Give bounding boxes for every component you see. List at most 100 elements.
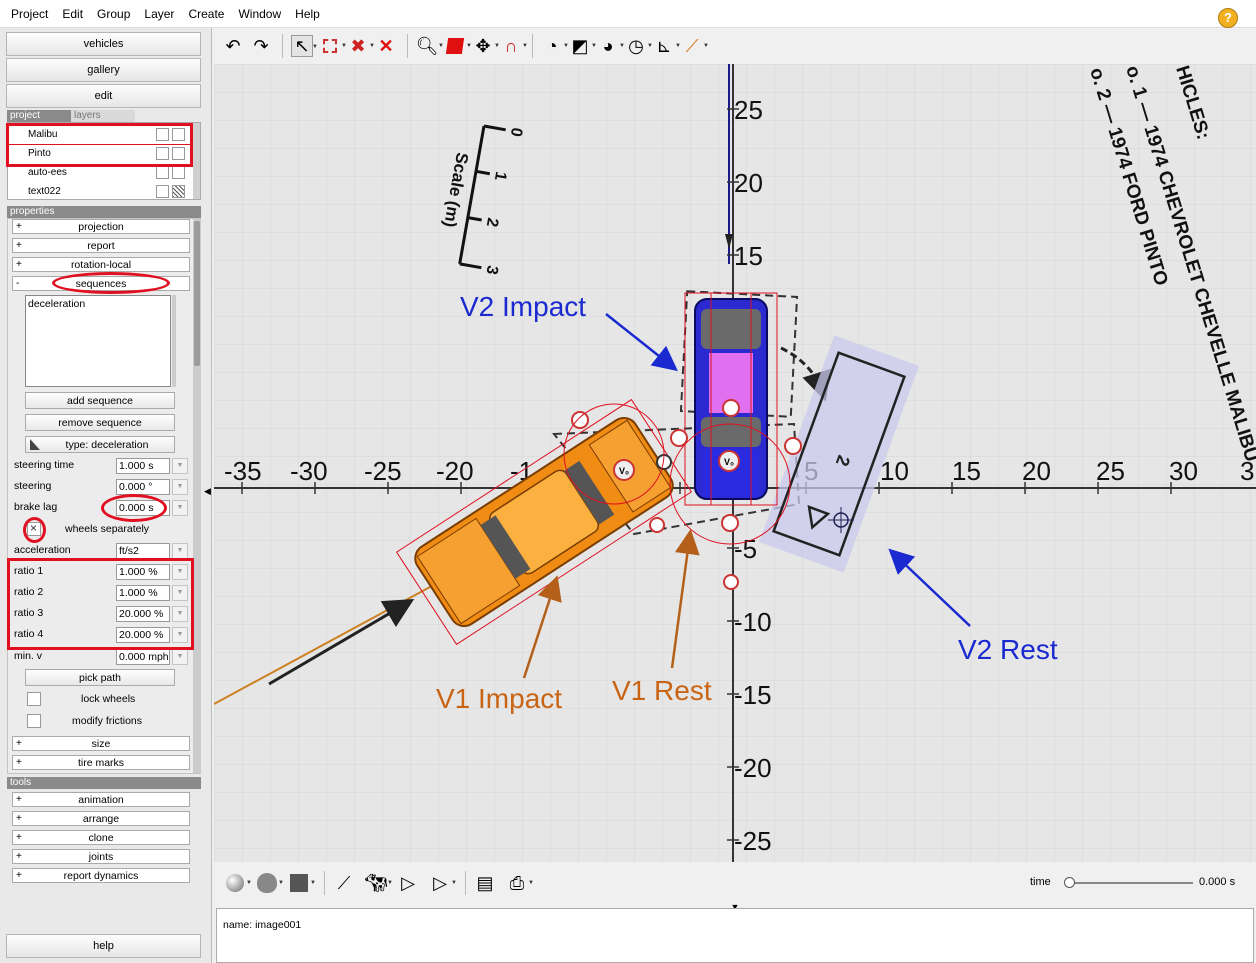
delete-red-x-icon[interactable]: ✕ [375,35,397,57]
help-button[interactable]: help [6,934,201,958]
cube-icon[interactable]: ▼ [444,35,472,57]
tool-animation[interactable]: + animation [12,792,190,807]
graph-icon[interactable]: ⟋ [333,872,355,894]
gauge-icon[interactable]: ◔ ▼ [541,35,569,57]
sphere-icon[interactable]: ▼ [224,872,252,894]
help-icon[interactable]: ? [1218,8,1238,28]
modify-frictions-label: modify frictions [72,715,143,727]
ratio-4-input[interactable]: 20.000 % [116,627,170,643]
tab-project[interactable]: project [7,110,71,122]
lock-wheels-checkbox[interactable] [27,692,41,706]
menu-edit[interactable]: Edit [55,7,90,21]
properties-scrollbar[interactable] [193,219,201,773]
play-list-icon[interactable]: ▷ ▼ [429,872,457,894]
steering-time-input[interactable]: 1.000 s [116,458,170,474]
steering-time-dropdown[interactable]: ▼ [172,458,188,474]
ratio-3-input[interactable]: 20.000 % [116,606,170,622]
square-icon[interactable]: ▼ [288,872,316,894]
sequences-row[interactable]: - sequences [12,276,190,291]
wheels-separately-checkbox[interactable]: × [27,521,41,536]
protractor-icon[interactable]: ◷ ▼ [625,35,653,57]
ratio-2-input[interactable]: 1.000 % [116,585,170,601]
axis-icon[interactable]: ⊾ ▼ [653,35,681,57]
play-icon[interactable]: ▷ [397,872,419,894]
list-item-auto-ees[interactable]: auto-ees [8,163,194,182]
min-v-input[interactable]: 0.000 mph [116,649,170,665]
remove-sequence-button[interactable]: remove sequence [25,414,175,431]
y-tick-label: 25 [734,95,763,125]
list-item-text022[interactable]: text022 [8,182,194,199]
report-row[interactable]: + report [12,238,190,253]
visible-checkbox[interactable] [156,147,169,160]
ratio-1-input[interactable]: 1.000 % [116,564,170,580]
delete-x-icon[interactable]: ✖ ▼ [347,35,375,57]
drawing-canvas[interactable]: -35-30-25-20-1510152025303252015-5-10-15… [214,64,1256,862]
tool-joints[interactable]: + joints [12,849,190,864]
size-row[interactable]: + size [12,736,190,751]
zoom-icon[interactable]: 🔍︎ ▼ [416,35,444,57]
sequence-item[interactable]: deceleration [28,298,85,310]
pick-path-button[interactable]: pick path [25,669,175,686]
sequence-scrollbar[interactable] [172,295,176,387]
visible-checkbox[interactable] [156,166,169,179]
measure-icon[interactable]: ⟋ ▼ [681,35,709,57]
ramp-icon[interactable]: ◩ ▼ [569,35,597,57]
list-item-pinto[interactable]: Pinto [8,144,194,163]
menu-project[interactable]: Project [4,7,55,21]
redo-icon[interactable]: ↷ [250,35,272,57]
edit-button[interactable]: edit [6,84,201,108]
lock-checkbox[interactable] [172,147,185,160]
menu-bar: Project Edit Group Layer Create Window H… [0,0,1256,28]
steering-input[interactable]: 0.000 ° [116,479,170,495]
shield-icon[interactable]: ▼ [256,872,284,894]
menu-layer[interactable]: Layer [137,7,181,21]
sequence-type-button[interactable]: type: deceleration [25,436,175,453]
ratio-2-dropdown[interactable]: ▼ [172,585,188,601]
animal-icon[interactable]: 🐄︎ ▼ [365,872,393,894]
ratio-4-dropdown[interactable]: ▼ [172,627,188,643]
visible-checkbox[interactable] [156,128,169,141]
add-sequence-button[interactable]: add sequence [25,392,175,409]
min-v-dropdown[interactable]: ▼ [172,649,188,665]
gallery-button[interactable]: gallery [6,58,201,82]
magnet-icon[interactable]: ∩ ▼ [500,35,528,57]
modify-frictions-checkbox[interactable] [27,714,41,728]
ratio-1-dropdown[interactable]: ▼ [172,564,188,580]
rotation-local-row[interactable]: + rotation-local [12,257,190,272]
visible-checkbox[interactable] [156,185,169,198]
tire-marks-row[interactable]: + tire marks [12,755,190,770]
vehicles-button[interactable]: vehicles [6,32,201,56]
lock-checkbox[interactable] [172,185,185,198]
ratio-2-label: ratio 2 [14,586,44,598]
sequence-list[interactable]: deceleration [25,295,171,387]
menu-create[interactable]: Create [181,7,231,21]
menu-group[interactable]: Group [90,7,137,21]
lock-checkbox[interactable] [172,128,185,141]
collapse-left-icon[interactable]: ◀ [204,486,214,500]
select-arrow-icon[interactable]: ↖ ▼ [291,35,318,57]
list-item-malibu[interactable]: Malibu [8,125,194,144]
move-icon[interactable]: ✥ ▼ [472,35,500,57]
menu-window[interactable]: Window [231,7,288,21]
tab-layers[interactable]: layers [71,110,135,122]
time-slider-knob[interactable] [1064,877,1075,888]
print-icon[interactable]: ⎙ ▼ [506,872,534,894]
acceleration-unit-dropdown[interactable]: ▼ [172,543,188,559]
steering-dropdown[interactable]: ▼ [172,479,188,495]
projection-row[interactable]: + projection [12,219,190,234]
list-scrollbar[interactable] [193,123,200,199]
menu-help[interactable]: Help [288,7,327,21]
brake-lag-input[interactable]: 0.000 s [116,500,170,516]
tool-clone[interactable]: + clone [12,830,190,845]
tool-arrange[interactable]: + arrange [12,811,190,826]
tool-report-dynamics[interactable]: + report dynamics [12,868,190,883]
lock-checkbox[interactable] [172,166,185,179]
ratio-3-dropdown[interactable]: ▼ [172,606,188,622]
report-icon[interactable]: ▤ [474,872,496,894]
rect-select-icon[interactable]: ▼ [319,35,347,57]
undo-icon[interactable]: ↶ [222,35,244,57]
dial-icon[interactable]: ◕ ▼ [597,35,625,57]
acceleration-unit-select[interactable]: ft/s2 [116,543,170,559]
time-slider[interactable] [1064,877,1193,888]
brake-lag-dropdown[interactable]: ▼ [172,500,188,516]
